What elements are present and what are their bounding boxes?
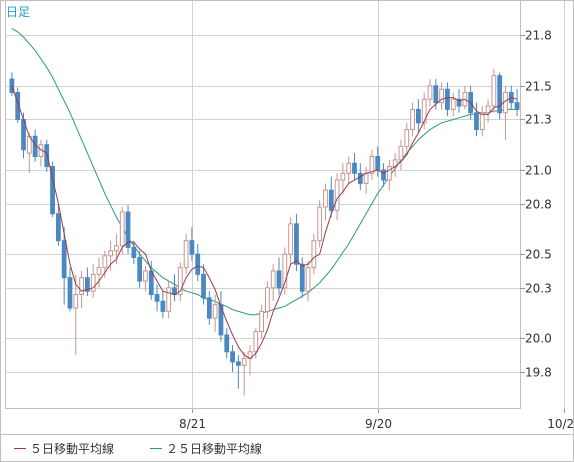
candle-body-down <box>445 88 450 110</box>
candlestick-chart: 21.8 21.5 21.3 21.0 20.8 20.5 20.3 20.0 19.8 8/2… <box>0 0 574 462</box>
legend-item: ２５日移動平均線 <box>150 441 262 456</box>
y-tick-label: 19.8 <box>525 366 552 380</box>
candle-body-up <box>346 162 352 174</box>
candle-body-up <box>398 145 404 161</box>
y-tick-label: 21.3 <box>525 113 552 127</box>
y-tick-label: 21.0 <box>525 164 552 178</box>
candle-body-down <box>433 85 439 104</box>
y-tick-label: 20.0 <box>525 332 552 346</box>
candle-body-up <box>259 310 264 333</box>
candle-body-up <box>485 105 491 114</box>
candle-body-up <box>404 129 410 147</box>
period-label: 日足 <box>6 5 30 19</box>
candle-body-down <box>276 270 282 289</box>
candle-body-up <box>253 331 259 353</box>
candle-body-down <box>201 273 206 299</box>
candle-body-up <box>410 108 415 131</box>
outer-frame <box>0 0 574 462</box>
x-tick-label: 9/20 <box>365 417 392 431</box>
candle-body-down <box>415 108 421 124</box>
candle-body-up <box>114 245 119 252</box>
legend-label: ５日移動平均線 <box>30 441 114 456</box>
candle-body-down <box>474 112 479 131</box>
candle <box>44 139 50 172</box>
candle-body-up <box>479 112 485 131</box>
candle-body-down <box>294 223 299 265</box>
candle-body-down <box>44 144 50 168</box>
candle-body-down <box>352 162 357 174</box>
x-tick-label: 8/21 <box>179 417 206 431</box>
y-tick-label: 20.3 <box>525 282 552 296</box>
candle-body-up <box>334 179 340 211</box>
candle-body-down <box>206 297 212 319</box>
candle-body-up <box>340 172 346 181</box>
legend-label: ２５日移動平均線 <box>166 441 262 456</box>
candle-body-up <box>166 287 172 312</box>
candle <box>491 68 497 113</box>
candle-body-down <box>67 277 73 309</box>
candle-body-up <box>305 267 311 292</box>
candle-body-up <box>491 75 497 107</box>
candle-body-up <box>363 172 369 184</box>
candle-body-down <box>328 189 334 211</box>
candle-body-down <box>137 257 143 282</box>
candle-body-down <box>189 240 195 255</box>
candle-body-down <box>148 270 154 296</box>
candle-body-down <box>195 253 201 275</box>
y-tick-label: 21.8 <box>525 29 552 43</box>
x-tick-label: 10/22 <box>547 417 574 431</box>
candle-body-down <box>61 240 67 279</box>
candle-body-up <box>270 270 276 289</box>
candle-body-down <box>160 300 166 312</box>
candle-body-up <box>386 166 392 181</box>
candle-body-down <box>230 351 235 363</box>
candle-body-up <box>102 255 108 269</box>
candle <box>317 200 323 248</box>
candle-body-up <box>241 358 247 366</box>
candle-body-down <box>235 361 241 366</box>
candle-body-up <box>427 85 433 100</box>
y-tick-label: 21.5 <box>525 80 552 94</box>
candle-body-down <box>299 263 305 292</box>
y-tick-label: 20.8 <box>525 198 552 212</box>
candle <box>497 72 503 120</box>
y-tick-label: 20.5 <box>525 248 552 262</box>
candle-body-down <box>154 294 160 302</box>
candle-body-up <box>96 267 102 275</box>
candle <box>50 161 55 218</box>
candle-body-up <box>183 240 189 269</box>
candle-body-down <box>514 102 520 110</box>
candle-body-down <box>381 169 386 181</box>
candle-body-down <box>224 334 230 353</box>
candle-body-up <box>73 294 79 309</box>
candle-body-down <box>497 75 503 114</box>
candle-body-up <box>108 250 114 257</box>
candle-body-up <box>317 206 323 242</box>
candle-body-up <box>79 277 84 296</box>
candle-body-up <box>450 98 456 110</box>
candle-body-up <box>323 189 328 208</box>
candle-body-up <box>143 270 148 282</box>
candle-body-up <box>311 240 317 269</box>
candle-body-up <box>288 223 294 255</box>
candle-body-down <box>131 246 137 258</box>
candle-body-up <box>212 304 218 319</box>
chart-panel: 21.8 21.5 21.3 21.0 20.8 20.5 20.3 20.0 19.8 8/2… <box>0 0 574 462</box>
candle-body-down <box>375 156 381 171</box>
grid <box>0 0 574 462</box>
candle-body-down <box>55 213 61 242</box>
candle-body-down <box>357 172 363 184</box>
candle-body-up <box>119 211 125 247</box>
candle-body-up <box>265 287 270 312</box>
candle <box>125 205 131 255</box>
